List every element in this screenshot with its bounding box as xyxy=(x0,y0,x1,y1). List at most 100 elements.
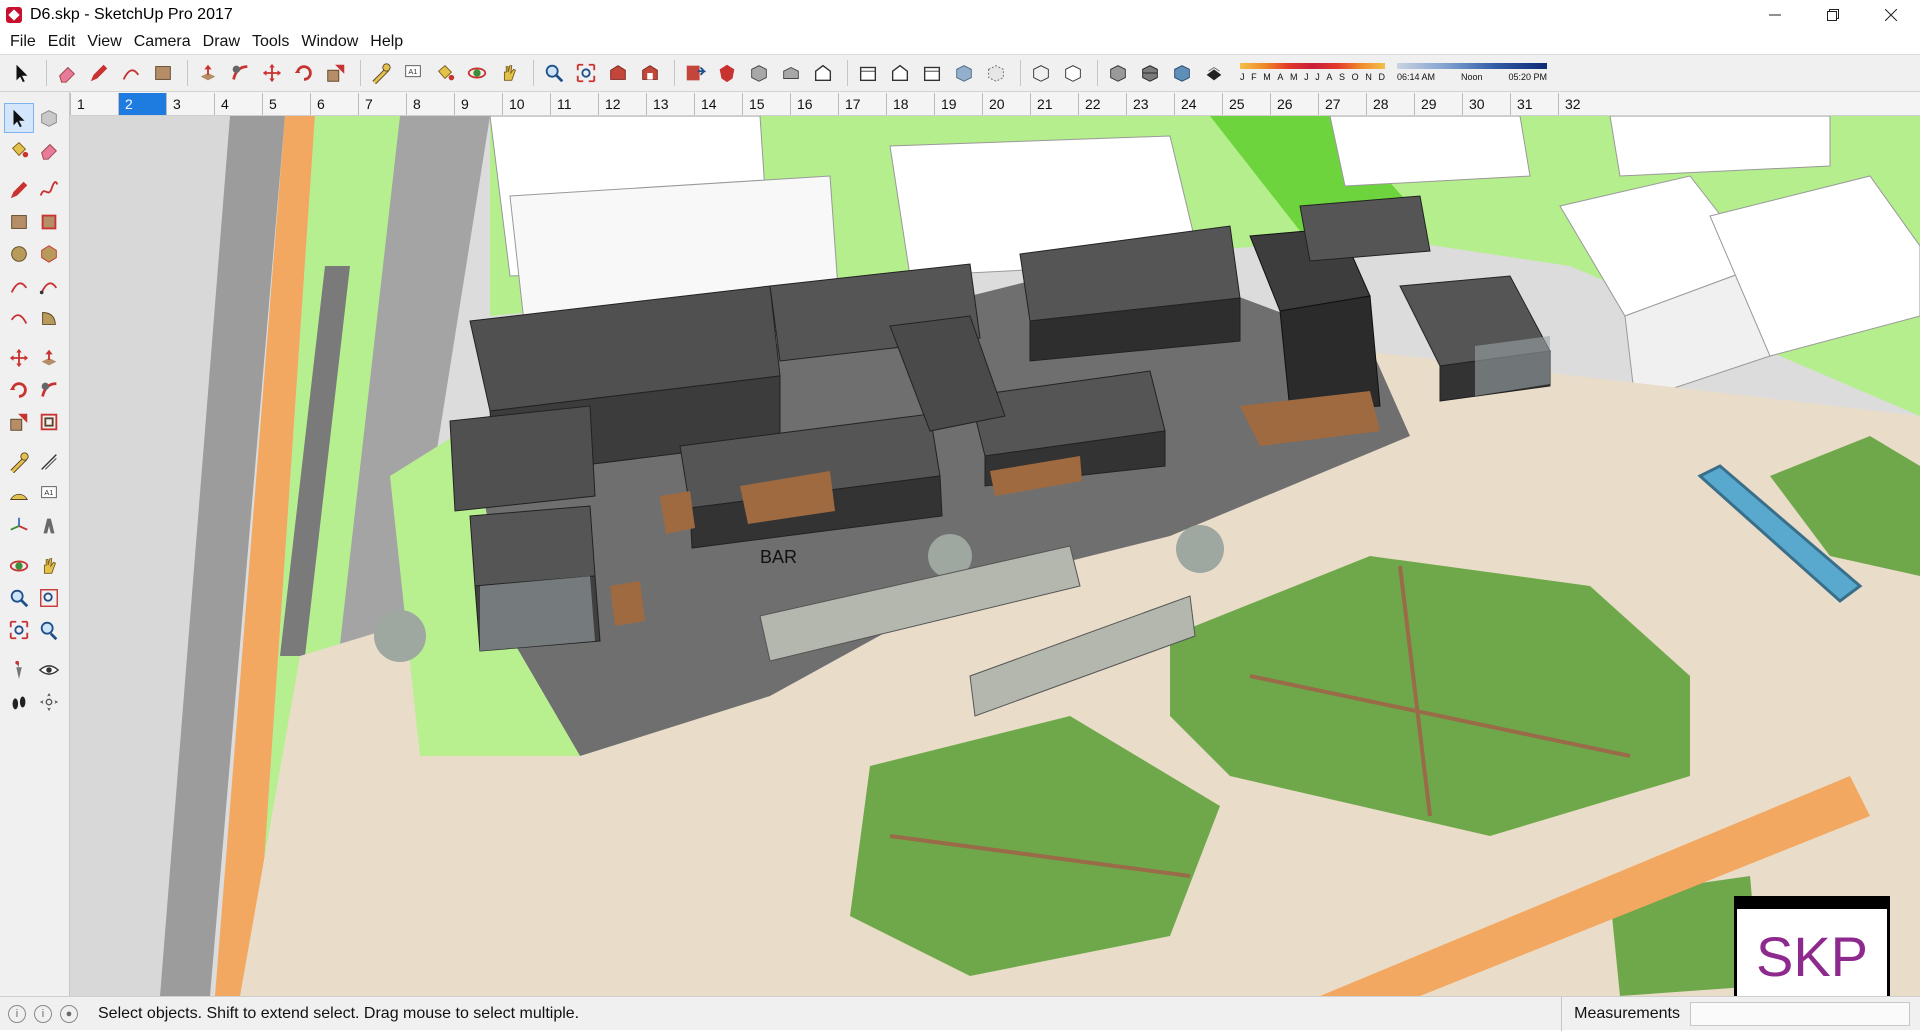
scene-tab-28[interactable]: 28 xyxy=(1366,92,1414,115)
scene-tab-5[interactable]: 5 xyxy=(262,92,310,115)
palette-tape-measure-button[interactable] xyxy=(4,447,34,477)
scene-tab-27[interactable]: 27 xyxy=(1318,92,1366,115)
menu-camera[interactable]: Camera xyxy=(128,33,197,51)
palette-offset-button[interactable] xyxy=(34,407,64,437)
toolbar-tape-measure-button[interactable] xyxy=(367,59,395,87)
scene-tab-9[interactable]: 9 xyxy=(454,92,502,115)
palette-previous-view-button[interactable] xyxy=(34,615,64,645)
scene-tab-29[interactable]: 29 xyxy=(1414,92,1462,115)
scene-tab-22[interactable]: 22 xyxy=(1078,92,1126,115)
palette-protractor-button[interactable] xyxy=(4,479,34,509)
drawing-viewport[interactable]: BAR SKP xyxy=(70,116,1920,996)
palette-follow-me-button[interactable] xyxy=(34,375,64,405)
palette-orbit-button[interactable] xyxy=(4,551,34,581)
palette-walk-button[interactable] xyxy=(4,687,34,717)
toolbar-top-view-button[interactable] xyxy=(777,59,805,87)
close-button[interactable] xyxy=(1862,0,1920,30)
shadow-month-slider[interactable]: JFMAMJJASOND xyxy=(1240,61,1385,85)
palette-three-point-arc-button[interactable] xyxy=(4,303,34,333)
scene-tab-15[interactable]: 15 xyxy=(742,92,790,115)
scene-tab-2[interactable]: 2 xyxy=(118,92,166,115)
toolbar-pencil-button[interactable] xyxy=(85,59,113,87)
palette-3d-text-button[interactable] xyxy=(34,511,64,541)
scene-tab-17[interactable]: 17 xyxy=(838,92,886,115)
menu-file[interactable]: File xyxy=(4,33,42,51)
menu-tools[interactable]: Tools xyxy=(246,33,295,51)
scene-tab-21[interactable]: 21 xyxy=(1030,92,1078,115)
toolbar-shaded-textures-button[interactable] xyxy=(1136,59,1164,87)
palette-zoom-extents-button[interactable] xyxy=(4,615,34,645)
toolbar-move-button[interactable] xyxy=(258,59,286,87)
toolbar-rotate-button[interactable] xyxy=(290,59,318,87)
scene-tab-4[interactable]: 4 xyxy=(214,92,262,115)
palette-section-plane-button[interactable] xyxy=(34,687,64,717)
scene-tab-3[interactable]: 3 xyxy=(166,92,214,115)
minimize-button[interactable] xyxy=(1746,0,1804,30)
palette-axes-button[interactable] xyxy=(4,511,34,541)
scene-tab-23[interactable]: 23 xyxy=(1126,92,1174,115)
toolbar-monochrome-button[interactable] xyxy=(1168,59,1196,87)
palette-freehand-button[interactable] xyxy=(34,175,64,205)
toolbar-zoom-extents-button[interactable] xyxy=(572,59,600,87)
toolbar-hidden-line-button[interactable] xyxy=(1059,59,1087,87)
scene-tab-12[interactable]: 12 xyxy=(598,92,646,115)
palette-move-button[interactable] xyxy=(4,343,34,373)
menu-edit[interactable]: Edit xyxy=(42,33,82,51)
toolbar-orbit-button[interactable] xyxy=(463,59,491,87)
toolbar-back-view-button[interactable] xyxy=(886,59,914,87)
toolbar-pan-button[interactable] xyxy=(495,59,523,87)
toolbar-eraser-button[interactable] xyxy=(53,59,81,87)
palette-zoom-window-button[interactable] xyxy=(34,583,64,613)
toolbar-right-view-button[interactable] xyxy=(854,59,882,87)
scene-tab-18[interactable]: 18 xyxy=(886,92,934,115)
scene-tab-14[interactable]: 14 xyxy=(694,92,742,115)
palette-rotate-button[interactable] xyxy=(4,375,34,405)
toolbar-left-view-button[interactable] xyxy=(918,59,946,87)
palette-pie-button[interactable] xyxy=(34,303,64,333)
palette-zoom-button[interactable] xyxy=(4,583,34,613)
measurements-input[interactable] xyxy=(1690,1002,1910,1026)
palette-line-button[interactable] xyxy=(4,175,34,205)
credits-icon[interactable]: i xyxy=(34,1004,52,1023)
palette-arc-button[interactable] xyxy=(4,271,34,301)
restore-button[interactable] xyxy=(1804,0,1862,30)
toolbar-shaded-button[interactable] xyxy=(1104,59,1132,87)
scene-tab-1[interactable]: 1 xyxy=(70,92,118,115)
toolbar-send-to-layout-button[interactable] xyxy=(681,59,709,87)
toolbar-extension-warehouse-button[interactable] xyxy=(636,59,664,87)
toolbar-extension-manager-button[interactable] xyxy=(713,59,741,87)
toolbar-xray-button[interactable] xyxy=(950,59,978,87)
menu-draw[interactable]: Draw xyxy=(197,33,246,51)
palette-pan-button[interactable] xyxy=(34,551,64,581)
palette-push-pull-button[interactable] xyxy=(34,343,64,373)
toolbar-front-view-button[interactable] xyxy=(809,59,837,87)
toolbar-select-button[interactable] xyxy=(8,59,36,87)
scene-tab-10[interactable]: 10 xyxy=(502,92,550,115)
toolbar-back-edges-button[interactable] xyxy=(982,59,1010,87)
scene-tab-6[interactable]: 6 xyxy=(310,92,358,115)
scene-tab-32[interactable]: 32 xyxy=(1558,92,1606,115)
palette-dimension-button[interactable] xyxy=(34,447,64,477)
scene-tab-25[interactable]: 25 xyxy=(1222,92,1270,115)
toolbar-paint-bucket-button[interactable] xyxy=(431,59,459,87)
toolbar-follow-me-button[interactable] xyxy=(226,59,254,87)
scene-tab-13[interactable]: 13 xyxy=(646,92,694,115)
geo-location-icon[interactable]: i xyxy=(8,1004,26,1023)
toolbar-push-pull-button[interactable] xyxy=(194,59,222,87)
scene-tab-26[interactable]: 26 xyxy=(1270,92,1318,115)
scene-tab-31[interactable]: 31 xyxy=(1510,92,1558,115)
toolbar-shadows-toggle-button[interactable] xyxy=(1200,59,1228,87)
scene-tab-8[interactable]: 8 xyxy=(406,92,454,115)
toolbar-scale-button[interactable] xyxy=(322,59,350,87)
shadow-time-slider[interactable]: 06:14 AM Noon 05:20 PM xyxy=(1397,61,1547,85)
toolbar-text-button[interactable]: A1 xyxy=(399,59,427,87)
palette-circle-button[interactable] xyxy=(4,239,34,269)
scene-tab-16[interactable]: 16 xyxy=(790,92,838,115)
palette-look-around-button[interactable] xyxy=(34,655,64,685)
scene-tab-11[interactable]: 11 xyxy=(550,92,598,115)
palette-two-point-arc-button[interactable] xyxy=(34,271,64,301)
palette-position-camera-button[interactable] xyxy=(4,655,34,685)
toolbar-iso-view-button[interactable] xyxy=(745,59,773,87)
toolbar-zoom-button[interactable] xyxy=(540,59,568,87)
menu-window[interactable]: Window xyxy=(295,33,364,51)
